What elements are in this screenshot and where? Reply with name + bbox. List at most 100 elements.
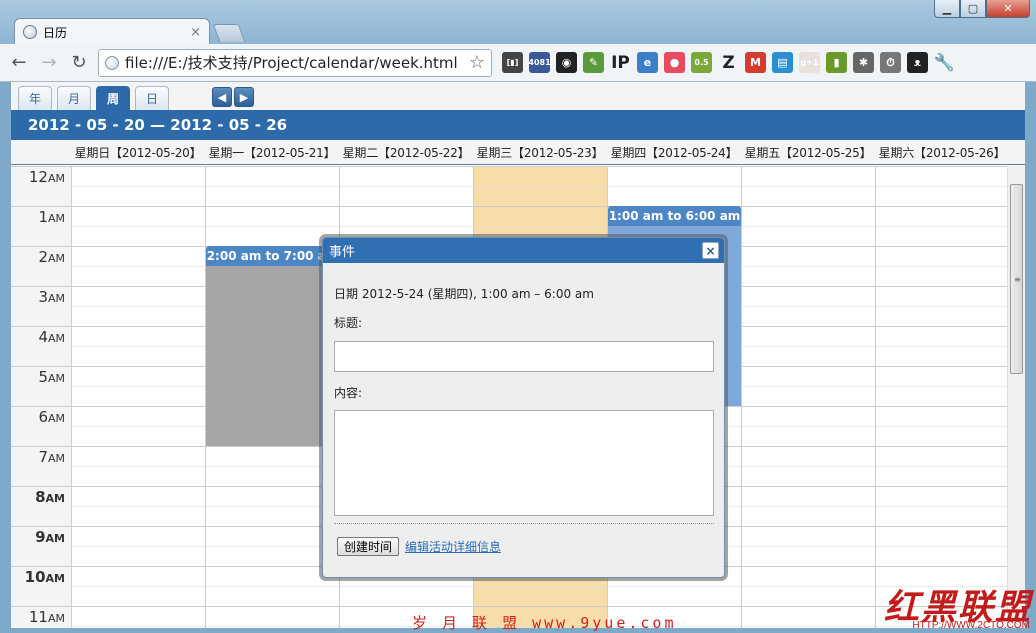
hour-number: 9 [35,528,46,546]
globe-icon [23,25,37,39]
hour-label: 9AM [35,528,65,546]
page-capture-icon[interactable]: e [637,52,658,73]
hour-label: 2AM [38,248,65,266]
hour-number: 5 [38,368,48,386]
wrench-icon[interactable]: 🔧 [934,52,955,73]
hour-ampm: AM [47,292,65,305]
bug-icon[interactable]: ✱ [853,52,874,73]
hour-label: 4AM [38,328,65,346]
title-input[interactable] [334,341,714,372]
view-tab-2[interactable]: 周 [96,86,130,110]
reload-icon[interactable]: ↻ [66,50,92,76]
half-hour-line [71,586,1007,587]
url-text[interactable]: file:///E:/技术支持/Project/calendar/week.ht… [125,52,469,73]
cache-icon[interactable]: [▮] [502,52,523,73]
hour-label: 5AM [38,368,65,386]
day-header: 星期日【2012-05-20】 [74,146,202,160]
edit-details-link[interactable]: 编辑活动详细信息 [405,538,501,555]
red-blob-icon[interactable]: ● [664,52,685,73]
hour-ampm: AM [47,332,65,345]
back-icon[interactable]: ← [6,50,32,76]
week-navigation: ◀ ▶ [212,87,254,107]
calendar-ext-icon[interactable]: ▤ [772,52,793,73]
day-header: 星期六【2012-05-26】 [878,146,1006,160]
half-hour-line [71,226,1007,227]
feed-counter-icon[interactable]: 4081 [528,52,551,73]
hour-ampm: AM [45,572,65,585]
hour-number: 4 [38,328,48,346]
hour-ampm: AM [45,532,65,545]
prev-week-button[interactable]: ◀ [212,87,232,107]
grid-scrollbar[interactable]: ≡ [1007,166,1025,628]
browser-toolbar: ← → ↻ file:///E:/技术支持/Project/calendar/w… [0,44,1036,82]
hour-ampm: AM [47,212,65,225]
day-header: 星期四【2012-05-24】 [610,146,738,160]
gplus-icon[interactable]: g+1 [799,52,820,73]
dialog-divider [334,523,714,524]
camera-lens-icon[interactable]: ◉ [556,52,577,73]
hour-number: 12 [28,168,48,186]
time-column: 12AM 1AM 2AM 3AM 4AM 5AM 6AM 7AM 8AM 9AM 10AM 11AM [11,166,71,628]
event-date-text: 日期 2012-5-24 (星期四), 1:00 am – 6:00 am [334,287,594,301]
view-tab-1[interactable]: 月 [57,86,91,110]
tab-close-icon[interactable]: × [190,25,201,40]
close-window-button[interactable]: ✕ [986,0,1030,18]
hour-label: 7AM [38,448,65,466]
view-tabs: 年月周日 [18,86,174,110]
extension-icons: [▮] 4081 ◉ ✎ IP e ● 0.5 Z M ▤ g+1 ▮ ✱ ⏱ ᴥ 🔧 [502,52,955,73]
gmail-icon[interactable]: M [745,52,766,73]
event-time-label[interactable]: 1:00 am to 6:00 am [608,206,741,226]
hour-ampm: AM [47,372,65,385]
day-column[interactable] [71,166,205,628]
hour-label: 11AM [29,608,65,626]
hour-number: 1 [38,208,48,226]
scroll-grip-icon: ≡ [1014,275,1021,284]
dialog-titlebar[interactable]: 事件 × [323,238,724,263]
hour-number: 11 [28,608,48,626]
hour-ampm: AM [47,252,65,265]
z-icon[interactable]: Z [718,52,739,73]
view-tab-3[interactable]: 日 [135,86,169,110]
address-bar[interactable]: file:///E:/技术支持/Project/calendar/week.ht… [98,48,492,77]
scroll-thumb[interactable]: ≡ [1010,184,1023,374]
hour-label: 12AM [29,168,65,186]
day-header: 星期三【2012-05-23】 [476,146,604,160]
day-column[interactable] [741,166,875,628]
hour-line [11,206,1007,207]
hour-label: 1AM [38,208,65,226]
hour-ampm: AM [47,412,65,425]
tab-title: 日历 [43,25,68,40]
hour-label: 8AM [35,488,65,506]
watermark-url: HTTP://WWW.2CTO.COM [912,620,1030,631]
pen-icon[interactable]: ✎ [583,52,604,73]
hour-number: 2 [38,248,48,266]
browser-tab[interactable]: 日历 × [14,18,210,45]
next-week-button[interactable]: ▶ [234,87,254,107]
cat-icon[interactable]: ᴥ [907,52,928,73]
page-icon [105,55,119,70]
maximize-button[interactable]: ▢ [960,0,986,18]
battery-icon[interactable]: ▮ [826,52,847,73]
hour-ampm: AM [47,172,65,185]
hour-number: 6 [38,408,48,426]
stopwatch-icon[interactable]: ⏱ [880,52,901,73]
day-column[interactable] [875,166,1009,628]
hour-ampm: AM [47,452,65,465]
minimize-button[interactable]: ▁ [934,0,960,18]
dialog-title: 事件 [329,245,356,260]
dialog-close-button[interactable]: × [702,242,719,259]
create-event-button[interactable]: 创建时间 [337,537,400,556]
view-tab-0[interactable]: 年 [18,86,52,110]
rating-badge-icon[interactable]: 0.5 [691,52,712,73]
content-textarea[interactable] [334,410,714,516]
window-controls: ▁ ▢ ✕ [934,0,1030,18]
forward-icon[interactable]: → [36,50,62,76]
dialog-actions: 创建时间 编辑活动详细信息 [334,537,713,556]
title-label: 标题: [334,316,363,330]
watermark-text: 岁 月 联 盟 www.9yue.com [412,614,677,632]
bookmark-star-icon[interactable]: ☆ [469,52,485,73]
ip-icon[interactable]: IP [610,52,631,73]
day-header: 星期二【2012-05-22】 [342,146,470,160]
date-range-title: 2012 - 05 - 20 — 2012 - 05 - 26 [11,110,1025,140]
hour-line [11,606,1007,607]
